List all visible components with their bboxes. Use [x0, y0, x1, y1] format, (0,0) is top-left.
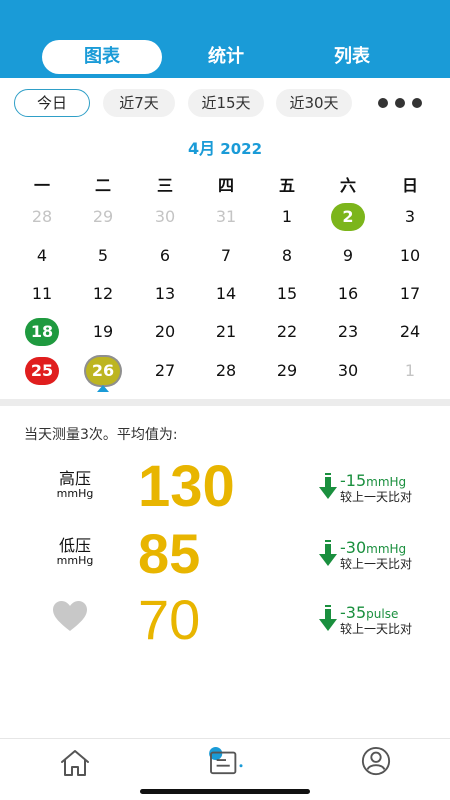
year-label: 2022 [215, 140, 263, 158]
calendar-day: 2 [342, 207, 354, 226]
pulse-compare: 较上一天比对 [340, 622, 413, 636]
diastolic-unit: mmHg [56, 554, 94, 567]
systolic-unit: mmHg [56, 487, 94, 500]
systolic-label: 高压 [58, 469, 91, 488]
calendar-day: 18 [30, 322, 54, 341]
calendar-day[interactable]: 19 [85, 318, 121, 346]
calendar-day: 26 [91, 361, 115, 380]
calendar-day[interactable]: 23 [330, 318, 366, 346]
month-title: 4月 2022 [0, 135, 450, 159]
weekday-header: 六 [339, 176, 356, 195]
calendar-day-marker[interactable]: 26 [86, 357, 120, 385]
calendar-day[interactable]: 5 [85, 242, 121, 270]
diastolic-value: 85 [138, 522, 201, 585]
calendar-day[interactable]: 11 [24, 280, 60, 308]
weekday-header: 二 [94, 176, 111, 195]
calendar-day[interactable]: 30 [147, 203, 183, 231]
calendar-day[interactable]: 20 [147, 318, 183, 346]
range-7-days[interactable]: 近7天 [103, 89, 175, 117]
weekday-header: 一 [33, 176, 50, 195]
calendar-day[interactable]: 27 [147, 357, 183, 385]
selected-day-pointer [97, 385, 109, 392]
pulse-value: 70 [138, 588, 201, 651]
profile-icon[interactable] [359, 746, 393, 776]
range-15-days[interactable]: 近15天 [188, 89, 264, 117]
more-dots-icon[interactable] [378, 96, 422, 110]
home-indicator [140, 789, 310, 794]
calendar-day[interactable]: 24 [392, 318, 428, 346]
calendar-day[interactable]: 14 [208, 280, 244, 308]
calendar-day[interactable]: 10 [392, 242, 428, 270]
diastolic-label: 低压 [58, 536, 91, 555]
calendar-day[interactable]: 1 [392, 357, 428, 385]
month-label: 4月 [187, 139, 216, 158]
systolic-value: 130 [138, 454, 235, 519]
calendar-day[interactable]: 29 [269, 357, 305, 385]
heart-icon [53, 601, 87, 631]
calendar-day: 25 [30, 361, 54, 380]
calendar-day[interactable]: 16 [330, 280, 366, 308]
calendar-day[interactable]: 7 [208, 242, 244, 270]
tab-statistics[interactable]: 统计 [186, 40, 266, 74]
weekday-header: 日 [401, 176, 418, 195]
calendar-day-marker[interactable]: 2 [331, 203, 365, 231]
range-30-days[interactable]: 近30天 [276, 89, 352, 117]
calendar-day[interactable]: 13 [147, 280, 183, 308]
calendar-day-marker[interactable]: 18 [25, 318, 59, 346]
calendar-day[interactable]: 21 [208, 318, 244, 346]
calendar-day[interactable]: 30 [330, 357, 366, 385]
diastolic-compare: 较上一天比对 [340, 557, 413, 571]
calendar-day[interactable]: 17 [392, 280, 428, 308]
home-icon[interactable] [58, 748, 92, 778]
arrow-down-icon [319, 540, 337, 566]
arrow-down-icon [319, 605, 337, 631]
calendar-day[interactable]: 22 [269, 318, 305, 346]
calendar-day[interactable]: 6 [147, 242, 183, 270]
diastolic-label-block: 低压 mmHg [40, 537, 110, 567]
chart-report-icon[interactable] [204, 746, 248, 776]
systolic-compare: 较上一天比对 [340, 490, 413, 504]
calendar-day[interactable]: 1 [269, 203, 305, 231]
weekday-header: 四 [217, 176, 234, 195]
calendar-day[interactable]: 4 [24, 242, 60, 270]
calendar-day[interactable]: 28 [208, 357, 244, 385]
calendar-day-marker[interactable]: 25 [25, 357, 59, 385]
calendar-day[interactable]: 3 [392, 203, 428, 231]
tab-chart[interactable]: 图表 [42, 40, 162, 74]
summary-text: 当天测量3次。平均值为: [24, 427, 178, 443]
calendar-day[interactable]: 9 [330, 242, 366, 270]
arrow-down-icon [319, 473, 337, 499]
weekday-header: 五 [278, 176, 295, 195]
systolic-label-block: 高压 mmHg [40, 470, 110, 500]
range-today[interactable]: 今日 [14, 89, 90, 117]
calendar-day[interactable]: 28 [24, 203, 60, 231]
calendar-day[interactable]: 29 [85, 203, 121, 231]
calendar-day[interactable]: 15 [269, 280, 305, 308]
section-divider [0, 399, 450, 406]
calendar-day[interactable]: 8 [269, 242, 305, 270]
calendar-day[interactable]: 31 [208, 203, 244, 231]
weekday-header: 三 [156, 176, 173, 195]
tab-list[interactable]: 列表 [312, 40, 392, 74]
calendar-day[interactable]: 12 [85, 280, 121, 308]
